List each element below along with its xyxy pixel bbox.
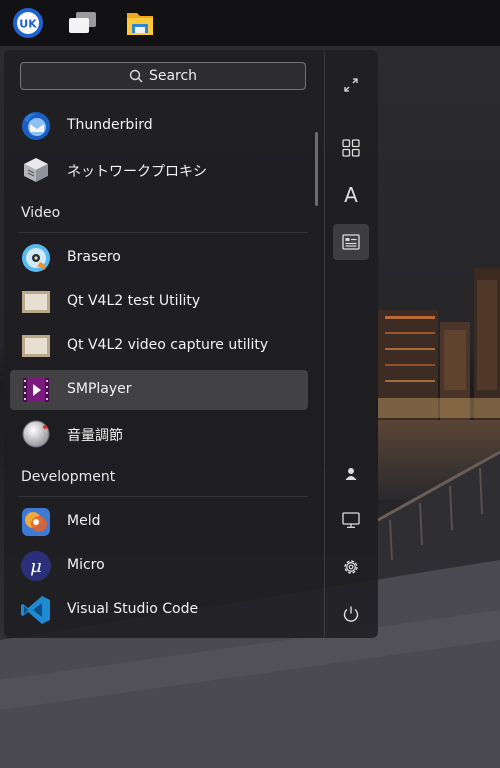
top-panel: UK (0, 0, 500, 46)
power-icon (343, 606, 359, 622)
category-video: Video (21, 205, 61, 221)
category-view-button[interactable] (333, 130, 369, 166)
micro-icon: μ (21, 551, 51, 581)
app-label: Meld (67, 513, 101, 529)
app-item-qt-v4l2-capture[interactable]: Qt V4L2 video capture utility (10, 326, 308, 366)
app-list[interactable]: Thunderbird ネットワークプロキシ Video Brasero Qt … (4, 104, 322, 636)
svg-text:μ: μ (30, 556, 42, 577)
app-item-volume-control[interactable]: 音量調節 (10, 414, 308, 454)
app-item-qt-v4l2-test[interactable]: Qt V4L2 test Utility (10, 282, 308, 322)
volume-control-icon (22, 420, 50, 448)
letter-a-icon: A (344, 183, 358, 207)
app-label: Brasero (67, 249, 121, 265)
app-label: Thunderbird (67, 117, 153, 133)
app-item-smplayer[interactable]: SMPlayer (10, 370, 308, 410)
smplayer-icon (23, 378, 49, 402)
meld-icon (22, 508, 50, 536)
function-list-icon (342, 234, 360, 250)
expand-icon (344, 78, 358, 92)
network-proxy-icon (24, 158, 48, 182)
qt-v4l2-icon (22, 335, 50, 357)
app-list-scrollbar[interactable] (315, 132, 318, 206)
power-button[interactable] (333, 596, 369, 632)
app-item-micro[interactable]: μ Micro (10, 546, 308, 586)
app-label: SMPlayer (67, 381, 132, 397)
start-menu: Search Thunderbird ネットワークプロキシ Video Bras… (4, 50, 378, 638)
user-icon (345, 468, 357, 480)
brasero-icon (22, 244, 50, 272)
menu-divider (324, 50, 325, 638)
start-menu-button[interactable]: UK (8, 4, 48, 42)
vscode-icon (21, 596, 50, 624)
folder-icon (127, 13, 153, 35)
qt-v4l2-icon (22, 291, 50, 313)
thunderbird-icon (22, 112, 50, 140)
app-label: ネットワークプロキシ (67, 164, 207, 180)
search-label: Search (148, 68, 198, 84)
ukui-logo-icon: UK (13, 8, 43, 38)
search-icon (129, 69, 143, 83)
alphabetical-view-button[interactable]: A (333, 177, 369, 213)
app-item-thunderbird[interactable]: Thunderbird (10, 106, 308, 146)
windows-stack-icon (69, 12, 96, 33)
app-label: Qt V4L2 test Utility (67, 293, 201, 309)
search-box[interactable]: Search (20, 62, 306, 90)
app-item-vscode[interactable]: Visual Studio Code (10, 590, 308, 630)
app-item-meld[interactable]: Meld (10, 502, 308, 542)
monitor-icon (342, 512, 360, 528)
app-item-network-proxy[interactable]: ネットワークプロキシ (10, 150, 308, 190)
category-development: Development (21, 469, 116, 485)
app-label: Qt V4L2 video capture utility (67, 337, 269, 353)
category-divider (18, 496, 308, 497)
category-divider (18, 232, 308, 233)
expand-button[interactable] (333, 67, 369, 103)
app-label: Micro (67, 557, 105, 573)
file-manager-button[interactable] (120, 4, 160, 42)
user-button[interactable] (333, 456, 369, 492)
grid-icon (342, 139, 360, 157)
svg-text:UK: UK (19, 18, 37, 31)
computer-button[interactable] (333, 502, 369, 538)
app-label: 音量調節 (67, 428, 123, 444)
gear-icon (344, 560, 358, 574)
app-label: Visual Studio Code (67, 601, 199, 617)
function-view-button[interactable] (333, 224, 369, 260)
app-item-brasero[interactable]: Brasero (10, 238, 308, 278)
multitasking-button[interactable] (62, 4, 102, 42)
settings-button[interactable] (333, 549, 369, 585)
